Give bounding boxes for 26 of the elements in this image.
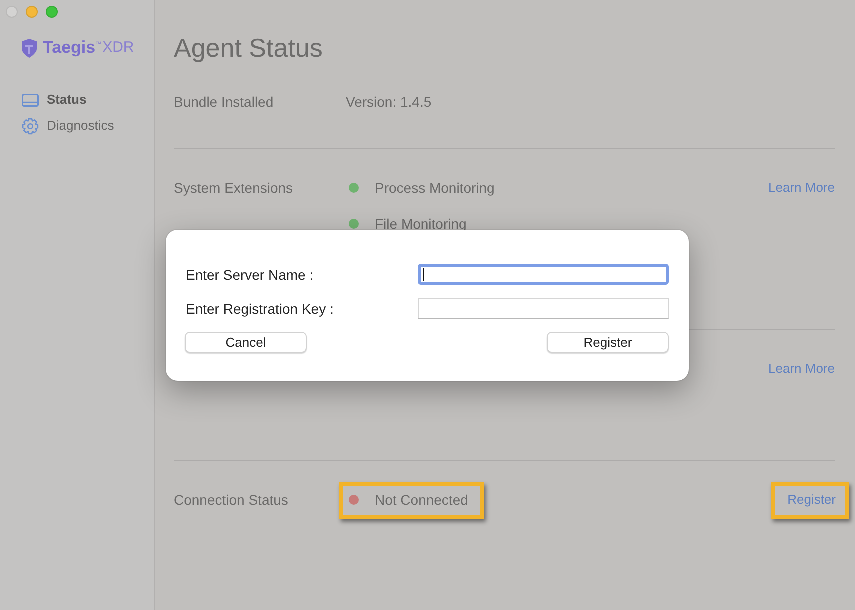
section-link[interactable]: Register <box>788 490 836 510</box>
shield-logo-icon <box>22 38 37 58</box>
value-text: Process Monitoring <box>375 179 495 198</box>
input-field[interactable] <box>418 298 669 319</box>
input-field[interactable] <box>418 264 669 285</box>
field-label: Enter Registration Key : <box>186 300 335 318</box>
section-link[interactable]: Learn More <box>768 178 835 198</box>
minimize-button[interactable] <box>26 6 38 18</box>
logo-text: Taegis <box>43 38 96 58</box>
section-label: Bundle Installed <box>174 93 275 112</box>
gear-icon <box>22 118 39 134</box>
section-label: Connection Status <box>174 491 290 510</box>
sidebar-item[interactable]: Status <box>0 90 154 110</box>
value-text: Version: 1.4.5 <box>346 93 432 112</box>
value-text: File Monitoring <box>375 215 467 234</box>
value-text: Not Connected <box>375 491 468 510</box>
zoom-button[interactable] <box>46 6 58 18</box>
dialog-button[interactable]: Register <box>547 332 669 353</box>
page-title: Agent Status <box>174 32 324 65</box>
card-icon <box>22 94 39 106</box>
dialog-button[interactable]: Cancel <box>185 332 307 353</box>
field-label: Enter Server Name : <box>186 266 315 284</box>
sidebar-item[interactable]: Diagnostics <box>0 116 154 136</box>
logo-text: XDR <box>102 38 134 58</box>
section-label: System Extensions <box>174 179 294 198</box>
section-link[interactable]: Learn More <box>768 359 835 379</box>
